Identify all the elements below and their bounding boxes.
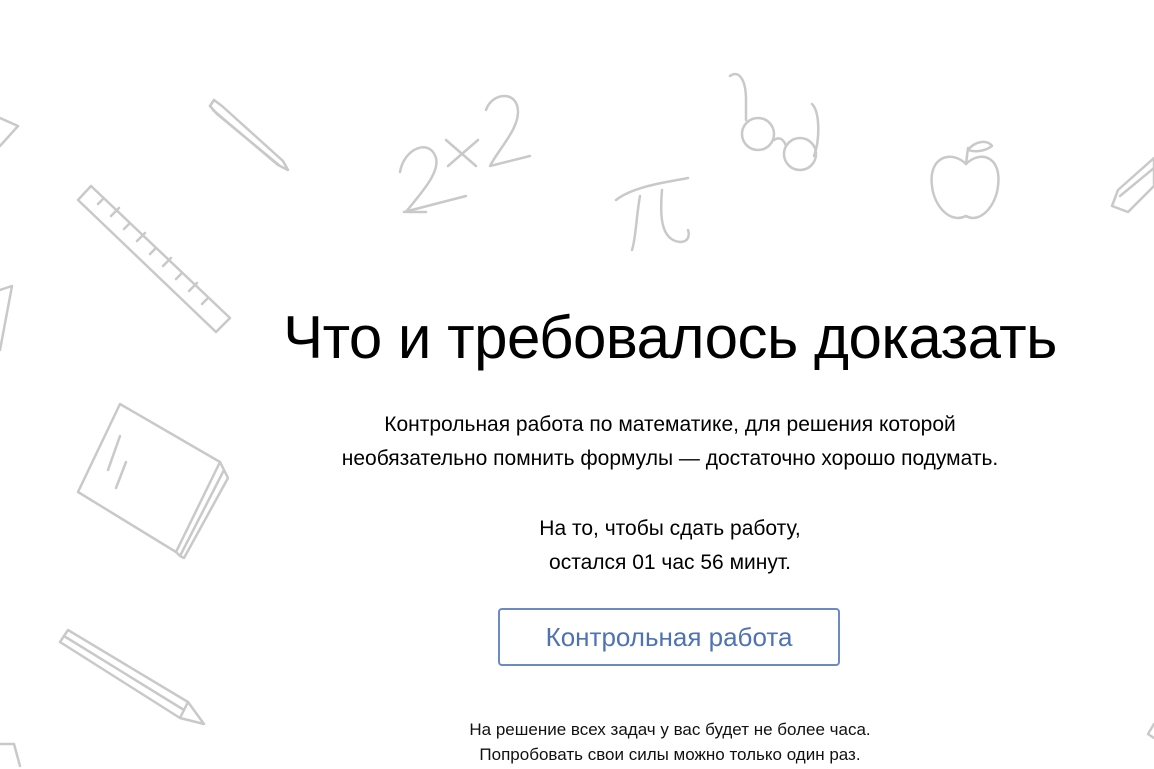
rules-note: На решение всех задач у вас будет не бол…: [240, 717, 1100, 767]
ruler-icon: [0, 742, 22, 768]
rules-note-line: На решение всех задач у вас будет не бол…: [469, 720, 871, 739]
ruler-icon: [76, 184, 232, 334]
description-line: необязательно помнить формулы — достаточ…: [341, 447, 999, 470]
pencil-icon: [58, 628, 206, 726]
time-remaining-line: остался 01 час 56 минут.: [549, 551, 791, 574]
notebook-icon: [76, 402, 230, 560]
time-remaining-line: На то, чтобы сдать работу,: [539, 517, 801, 540]
main-content: Что и требовалось доказать Контрольная р…: [240, 0, 1100, 769]
pencil-icon: [1110, 156, 1154, 214]
triangle-icon: [0, 284, 14, 352]
start-test-button[interactable]: Контрольная работа: [498, 608, 840, 666]
time-remaining: На то, чтобы сдать работу, остался 01 ча…: [240, 512, 1100, 580]
rules-note-line: Попробовать свои силы можно только один …: [479, 745, 861, 764]
description-line: Контрольная работа по математике, для ре…: [384, 413, 956, 436]
description: Контрольная работа по математике, для ре…: [240, 408, 1100, 476]
page-title: Что и требовалось доказать: [283, 304, 1057, 371]
pencil-icon: [1146, 722, 1154, 740]
pencil-icon: [0, 116, 20, 148]
